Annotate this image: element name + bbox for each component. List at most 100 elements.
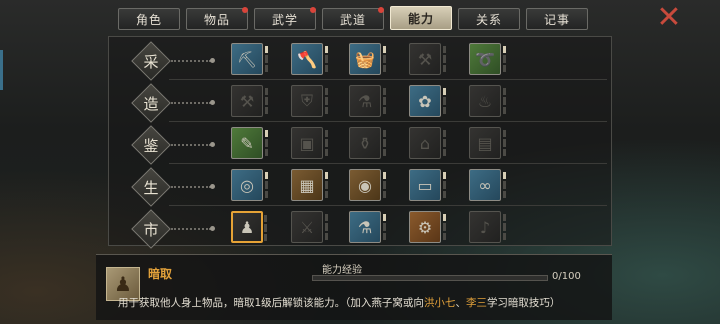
desc-tail: 学习暗取技巧） xyxy=(486,297,561,309)
row-label: 采 xyxy=(143,52,159,71)
ability-slot[interactable]: ♟ xyxy=(231,211,267,243)
round-box-icon: ◉ xyxy=(358,175,372,195)
level-segment xyxy=(443,130,446,138)
level-indicator xyxy=(265,46,268,72)
ability-slot[interactable]: ♨ xyxy=(469,85,506,117)
ability-slot[interactable]: ⌂ xyxy=(409,127,446,159)
level-segment xyxy=(325,106,328,114)
level-segment xyxy=(265,97,268,105)
level-indicator xyxy=(265,88,268,114)
level-segment xyxy=(503,130,506,138)
side-drawer-handle[interactable] xyxy=(0,50,3,90)
level-segment xyxy=(443,181,446,189)
level-segment xyxy=(265,139,268,147)
level-indicator xyxy=(383,130,386,156)
ability-slot[interactable]: ◎ xyxy=(231,169,268,201)
level-segment xyxy=(383,181,386,189)
ability-slot[interactable]: ⚔ xyxy=(291,211,328,243)
level-segment xyxy=(503,88,506,96)
cleaver-icon: ⚔ xyxy=(299,217,315,237)
level-segment xyxy=(443,97,446,105)
npc-name-hongxiaoqi: 洪小七 xyxy=(423,297,456,309)
tab-label: 角色 xyxy=(135,12,162,27)
furnace-icon: ♨ xyxy=(477,91,493,111)
axe-icon: 🪓 xyxy=(297,49,317,69)
level-indicator xyxy=(264,215,267,241)
ability-slot[interactable]: ⚙ xyxy=(409,211,446,243)
level-segment xyxy=(443,172,446,180)
ability-row: 生 ◎ ▦ ◉ ▭ ∞ xyxy=(109,167,613,207)
ability-slot[interactable]: ▦ xyxy=(291,169,328,201)
ability-grid: 采 ⛏ 🪓 🧺 ⚒ ➰ 造 ⚒ ⛨ ⚗ ✿ ♨ 鉴 ✎ ▣ ⚱ ⌂ ▤ 生 ◎ ▦ ◉ ▭ ∞ 市 ♟ ⚔ ⚗ ⚙ ♪ xyxy=(108,36,613,249)
npc-name-lisan: 李三 xyxy=(465,297,487,309)
ability-slot[interactable]: 🪓 xyxy=(291,43,328,75)
level-indicator xyxy=(383,46,386,72)
cloth-icon: ▣ xyxy=(299,133,315,153)
tab-3[interactable]: 武道 xyxy=(322,7,384,30)
tab-label: 关系 xyxy=(475,12,502,27)
tab-2[interactable]: 武学 xyxy=(254,7,316,30)
food-plate-icon: ◎ xyxy=(240,175,254,195)
tab-5[interactable]: 关系 xyxy=(458,8,520,30)
row-label: 造 xyxy=(143,94,159,113)
whip-coil-icon: ∞ xyxy=(478,175,492,195)
level-segment xyxy=(325,223,328,231)
level-segment xyxy=(383,172,386,180)
ability-slot[interactable]: ⚒ xyxy=(409,43,446,75)
ability-slot[interactable]: ◉ xyxy=(349,169,386,201)
level-segment xyxy=(383,139,386,147)
level-segment xyxy=(503,46,506,54)
row-connector xyxy=(171,142,215,147)
exp-label: 能力经验 xyxy=(322,265,362,276)
level-segment xyxy=(265,106,268,114)
level-segment xyxy=(325,88,328,96)
level-segment xyxy=(503,172,506,180)
tab-0[interactable]: 角色 xyxy=(118,8,180,30)
ability-slot[interactable]: ▭ xyxy=(409,169,446,201)
level-segment xyxy=(265,130,268,138)
level-segment xyxy=(325,139,328,147)
level-segment xyxy=(325,181,328,189)
level-segment xyxy=(503,214,506,222)
level-indicator xyxy=(325,130,328,156)
level-segment xyxy=(503,232,506,240)
level-segment xyxy=(443,88,446,96)
ability-slot[interactable]: ⚒ xyxy=(231,85,268,117)
cauldron-icon: ⚗ xyxy=(357,91,373,111)
ability-slot[interactable]: 🧺 xyxy=(349,43,386,75)
ability-slot[interactable]: ⚱ xyxy=(349,127,386,159)
tab-4[interactable]: 能力 xyxy=(390,6,452,30)
ability-slot[interactable]: ⚗ xyxy=(349,85,386,117)
level-segment xyxy=(383,46,386,54)
level-indicator xyxy=(503,88,506,114)
tab-label: 物品 xyxy=(203,12,230,27)
row-connector xyxy=(171,100,215,105)
ability-slot[interactable]: ➰ xyxy=(469,43,506,75)
tab-1[interactable]: 物品 xyxy=(186,7,248,30)
ability-slot[interactable]: ∞ xyxy=(469,169,506,201)
close-icon[interactable]: ✕ xyxy=(656,3,682,33)
tab-6[interactable]: 记事 xyxy=(526,8,588,30)
level-segment xyxy=(443,139,446,147)
level-segment xyxy=(443,223,446,231)
ability-slot[interactable]: ⛨ xyxy=(291,85,328,117)
level-indicator xyxy=(503,214,506,240)
row-divider xyxy=(169,163,607,164)
ability-slot[interactable]: ▤ xyxy=(469,127,506,159)
level-segment xyxy=(383,88,386,96)
ability-slot[interactable]: ▣ xyxy=(291,127,328,159)
level-segment xyxy=(325,214,328,222)
ability-slot[interactable]: ♪ xyxy=(469,211,506,243)
level-segment xyxy=(325,55,328,63)
skill-name: 暗取 xyxy=(148,267,173,281)
level-indicator xyxy=(503,130,506,156)
ability-slot[interactable]: ✎ xyxy=(231,127,268,159)
basket-icon: 🧺 xyxy=(355,49,375,69)
ability-slot[interactable]: ⛏ xyxy=(231,43,268,75)
level-indicator xyxy=(265,130,268,156)
ability-slot[interactable]: ⚗ xyxy=(349,211,386,243)
level-indicator xyxy=(383,214,386,240)
desc-main: 用于获取他人身上物品，暗取1级后解锁该能力。（加入燕子窝或向 xyxy=(118,297,424,309)
ability-slot[interactable]: ✿ xyxy=(409,85,446,117)
level-segment xyxy=(264,224,267,232)
